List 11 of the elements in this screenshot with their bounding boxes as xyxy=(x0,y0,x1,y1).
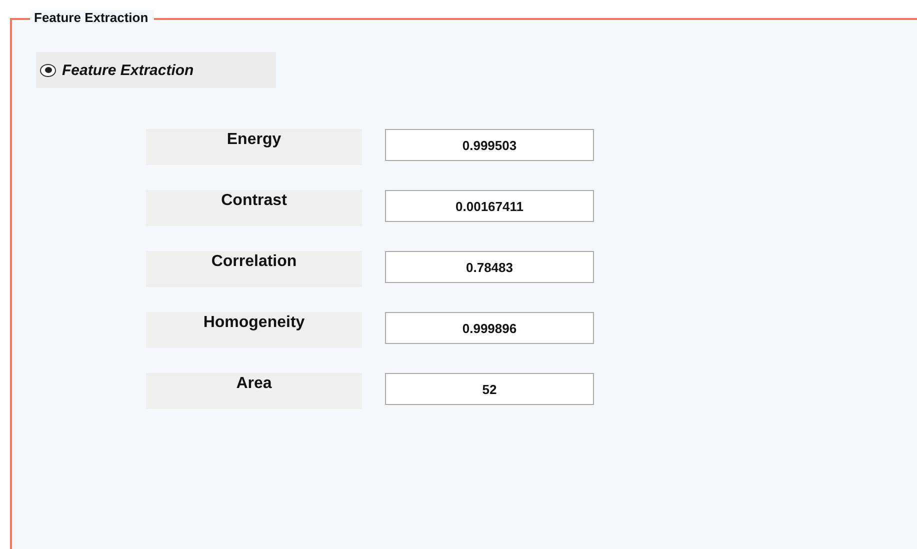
radio-button[interactable]: Feature Extraction xyxy=(36,52,276,88)
feature-label: Correlation xyxy=(146,251,362,287)
feature-label: Homogeneity xyxy=(146,312,362,348)
value-field[interactable]: 52 xyxy=(385,373,594,405)
value-field[interactable]: 0.00167411 xyxy=(385,190,594,222)
feature-label: Energy xyxy=(146,129,362,165)
value-field[interactable]: 0.999503 xyxy=(385,129,594,161)
feature-label: Contrast xyxy=(146,190,362,226)
value-field[interactable]: 0.78483 xyxy=(385,251,594,283)
value-field[interactable]: 0.999896 xyxy=(385,312,594,344)
feature-label: Area xyxy=(146,373,362,409)
